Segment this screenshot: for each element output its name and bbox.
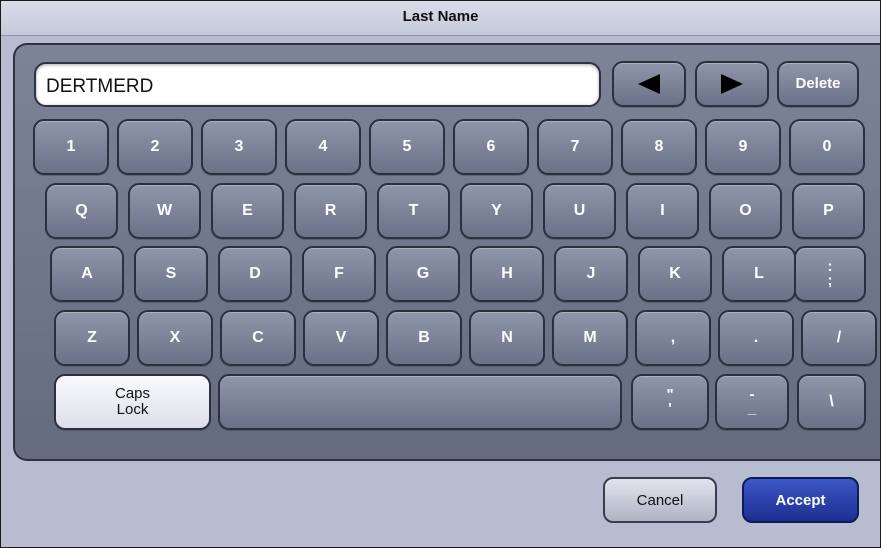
- key-9-qwerty[interactable]: O: [709, 183, 782, 239]
- key-5-asdf[interactable]: G: [386, 246, 460, 302]
- key-1-qwerty[interactable]: Q: [45, 183, 118, 239]
- key-6-numbers[interactable]: 6: [453, 119, 529, 175]
- key-3-asdf[interactable]: D: [218, 246, 292, 302]
- key-9-numbers[interactable]: 9: [705, 119, 781, 175]
- key-8-zxcv[interactable]: ,: [635, 310, 711, 366]
- caps-line-1: Caps: [114, 384, 151, 402]
- key-10-zxcv[interactable]: /: [801, 310, 877, 366]
- key-dash-bottom: _: [747, 400, 757, 417]
- key-1-asdf[interactable]: A: [50, 246, 124, 302]
- last-name-input[interactable]: DERTMERD: [34, 62, 601, 107]
- key-4-zxcv[interactable]: V: [303, 310, 379, 366]
- key-4-asdf[interactable]: F: [302, 246, 376, 302]
- key-4-qwerty[interactable]: R: [294, 183, 367, 239]
- key-1-numbers[interactable]: 1: [33, 119, 109, 175]
- cursor-left-button[interactable]: [612, 61, 686, 107]
- accept-button[interactable]: Accept: [742, 477, 859, 523]
- key-3-zxcv[interactable]: C: [220, 310, 296, 366]
- key-9-zxcv[interactable]: .: [718, 310, 794, 366]
- key-8-asdf[interactable]: K: [638, 246, 712, 302]
- key-semicolon[interactable]: : ;: [794, 246, 866, 302]
- key-quote[interactable]: " ': [631, 374, 709, 430]
- key-10-qwerty[interactable]: P: [792, 183, 865, 239]
- key-5-zxcv[interactable]: B: [386, 310, 462, 366]
- cancel-button[interactable]: Cancel: [603, 477, 717, 523]
- key-2-qwerty[interactable]: W: [128, 183, 201, 239]
- right-arrow-icon: [721, 74, 743, 94]
- left-arrow-icon: [638, 74, 660, 94]
- key-3-qwerty[interactable]: E: [211, 183, 284, 239]
- key-6-asdf[interactable]: H: [470, 246, 544, 302]
- key-7-qwerty[interactable]: U: [543, 183, 616, 239]
- key-quote-bottom: ': [668, 400, 672, 417]
- key-dash[interactable]: - _: [715, 374, 789, 430]
- cursor-right-button[interactable]: [695, 61, 769, 107]
- key-7-asdf[interactable]: J: [554, 246, 628, 302]
- dialog-title: Last Name: [1, 1, 880, 36]
- keyboard-dialog: Last Name DERTMERD Delete 1234567890 QWE…: [0, 0, 881, 548]
- key-3-numbers[interactable]: 3: [201, 119, 277, 175]
- key-5-qwerty[interactable]: T: [377, 183, 450, 239]
- key-backslash[interactable]: \: [797, 374, 866, 430]
- key-7-numbers[interactable]: 7: [537, 119, 613, 175]
- caps-line-2: Lock: [116, 401, 149, 418]
- key-semicolon-bottom: ;: [827, 272, 833, 289]
- key-7-zxcv[interactable]: M: [552, 310, 628, 366]
- key-6-qwerty[interactable]: Y: [460, 183, 533, 239]
- key-2-numbers[interactable]: 2: [117, 119, 193, 175]
- caps-lock-key[interactable]: Caps Lock: [54, 374, 211, 430]
- key-5-numbers[interactable]: 5: [369, 119, 445, 175]
- key-1-zxcv[interactable]: Z: [54, 310, 130, 366]
- key-8-numbers[interactable]: 8: [621, 119, 697, 175]
- key-4-numbers[interactable]: 4: [285, 119, 361, 175]
- space-key[interactable]: [218, 374, 622, 430]
- key-9-asdf[interactable]: L: [722, 246, 796, 302]
- key-2-zxcv[interactable]: X: [137, 310, 213, 366]
- key-10-numbers[interactable]: 0: [789, 119, 865, 175]
- key-2-asdf[interactable]: S: [134, 246, 208, 302]
- delete-button[interactable]: Delete: [777, 61, 859, 107]
- key-8-qwerty[interactable]: I: [626, 183, 699, 239]
- key-6-zxcv[interactable]: N: [469, 310, 545, 366]
